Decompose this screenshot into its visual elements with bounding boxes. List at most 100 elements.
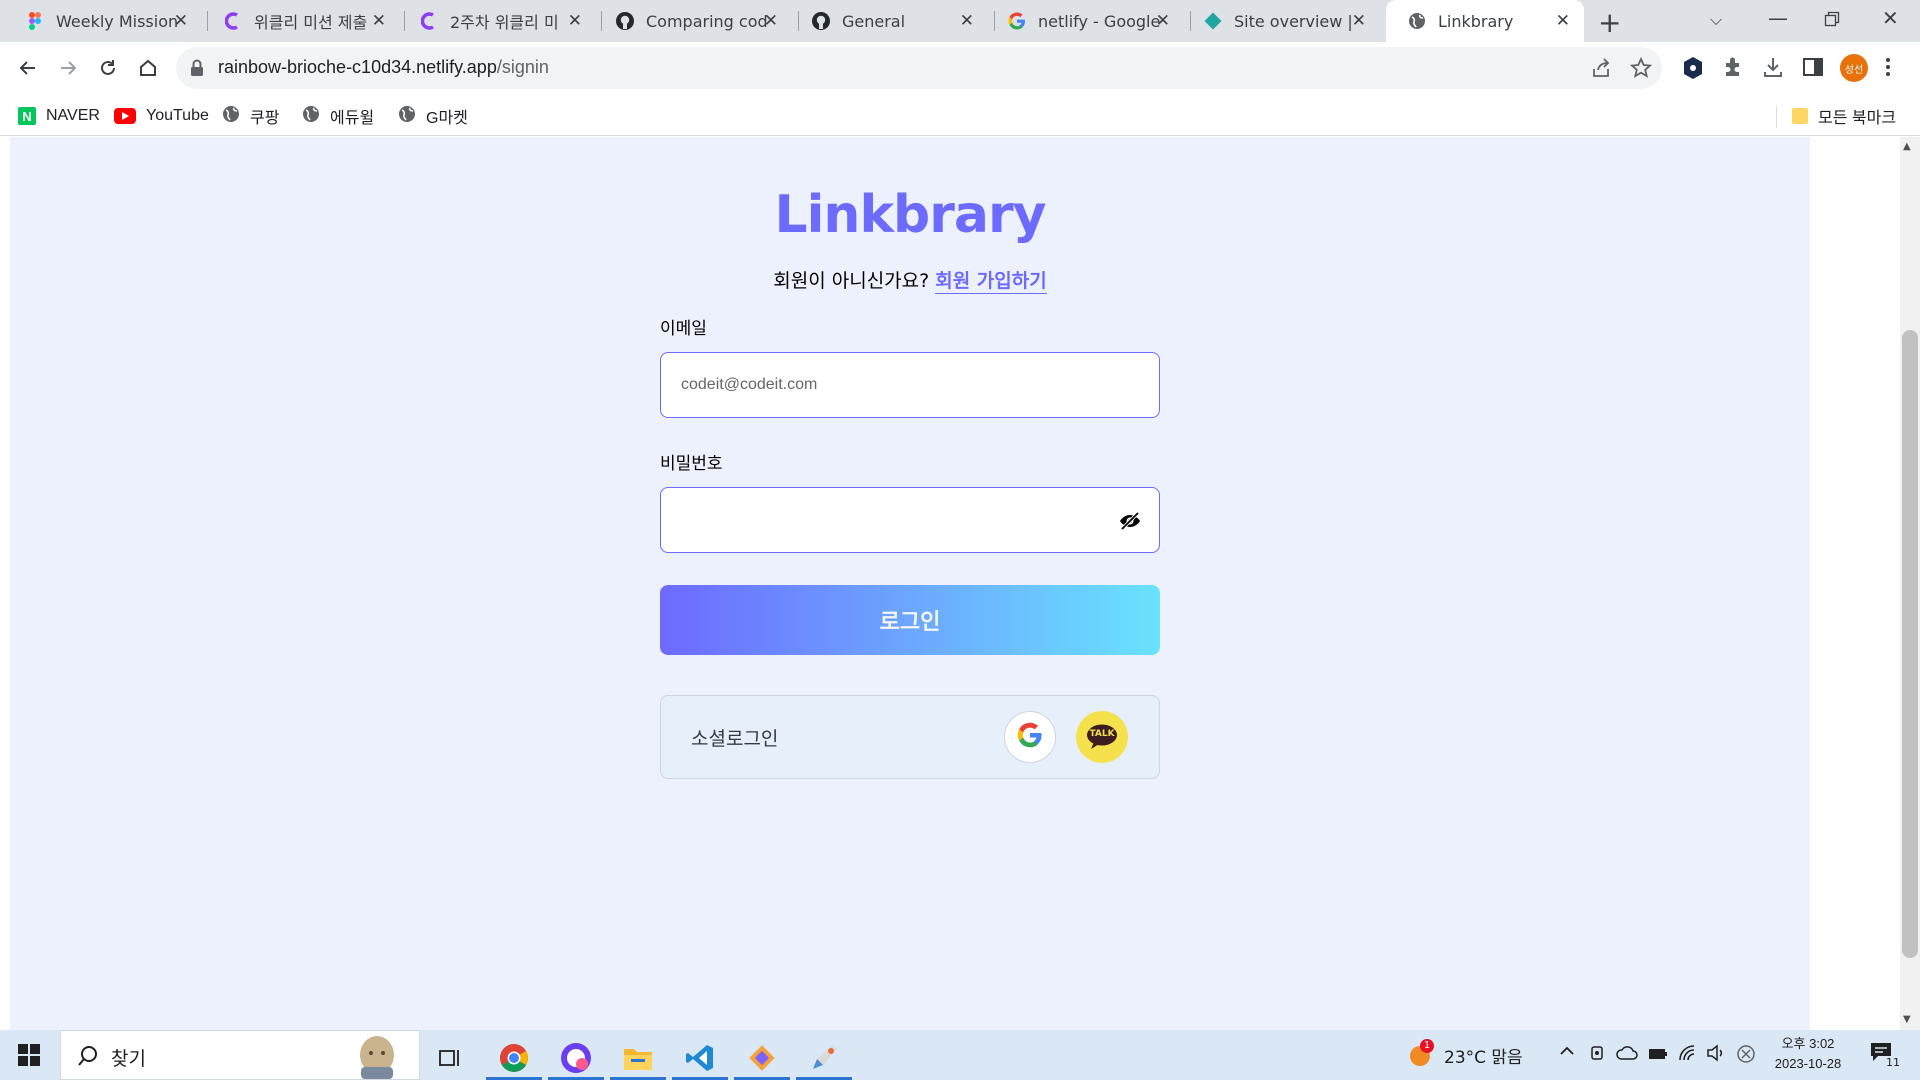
google-icon — [1017, 722, 1043, 752]
bookmark-youtube[interactable]: YouTube — [114, 104, 209, 128]
scroll-up-arrow[interactable]: ▲ — [1903, 141, 1911, 152]
taskbar-clock[interactable]: 오후 3:02 2023-10-28 — [1770, 1034, 1846, 1074]
weather-widget[interactable]: 1 23°C 맑음 — [1408, 1030, 1523, 1080]
password-input[interactable] — [661, 488, 1159, 552]
all-bookmarks-button[interactable]: 모든 북마크 — [1792, 104, 1896, 128]
bookmark-label: G마켓 — [426, 110, 468, 127]
close-icon[interactable]: ✕ — [372, 11, 386, 31]
close-icon[interactable]: ✕ — [568, 11, 582, 31]
github-icon — [616, 12, 634, 30]
close-icon[interactable]: ✕ — [960, 11, 974, 31]
url-path: /signin — [496, 57, 549, 77]
kakao-login-button[interactable]: TALK — [1076, 711, 1128, 763]
profile-avatar[interactable]: 성선 — [1840, 54, 1868, 82]
globe-icon — [398, 105, 416, 128]
tab-comparing-code[interactable]: Comparing code ✕ — [594, 0, 792, 42]
tab-general[interactable]: General ✕ — [790, 0, 988, 42]
close-icon[interactable]: ✕ — [1556, 11, 1570, 31]
tab-netlify-google[interactable]: netlify - Google ✕ — [986, 0, 1184, 42]
clock-time: 오후 3:02 — [1781, 1036, 1835, 1051]
chat-app-taskbar-icon[interactable] — [548, 1036, 604, 1080]
tab-week2[interactable]: 2주차 위클리 미 ✕ — [398, 0, 596, 42]
battery-icon[interactable] — [1648, 1046, 1668, 1065]
windows-start-icon[interactable] — [18, 1044, 40, 1070]
sun-icon: 1 — [1408, 1039, 1434, 1067]
tab-title: 2주차 위클리 미 — [450, 13, 559, 32]
clock-date: 2023-10-28 — [1774, 1056, 1842, 1071]
bookmark-coupang[interactable]: 쿠팡 — [222, 104, 279, 128]
linkbrary-logo[interactable]: Linkbrary — [10, 185, 1810, 245]
url-domain: rainbow-brioche-c10d34.netlify.app — [218, 57, 497, 77]
tab-weekly-mission[interactable]: Weekly Mission ✕ — [4, 0, 202, 42]
lock-icon[interactable] — [190, 59, 204, 81]
signup-link[interactable]: 회원 가입하기 — [935, 270, 1047, 294]
volume-icon[interactable] — [1706, 1044, 1726, 1066]
email-input[interactable] — [661, 353, 1159, 417]
naver-icon: N — [18, 107, 36, 125]
minimize-button[interactable]: — — [1768, 6, 1788, 30]
password-label: 비밀번호 — [660, 454, 723, 474]
bookmark-label: YouTube — [146, 107, 209, 124]
cloud-icon[interactable] — [1616, 1045, 1638, 1065]
git-tool-icon[interactable] — [734, 1036, 790, 1080]
search-highlight-icon — [349, 1033, 405, 1079]
tab-title: netlify - Google — [1038, 11, 1160, 31]
url-text: rainbow-brioche-c10d34.netlify.app/signi… — [218, 57, 549, 78]
chrome-taskbar-icon[interactable] — [486, 1036, 542, 1080]
bookmarks-bar: N NAVER YouTube 쿠팡 에듀윌 G마켓 모든 북마크 — [0, 96, 1920, 136]
bookmark-eduwill[interactable]: 에듀윌 — [302, 104, 374, 128]
close-window-button[interactable]: ✕ — [1882, 6, 1899, 30]
restore-button[interactable] — [1824, 8, 1840, 32]
close-icon[interactable]: ✕ — [174, 11, 188, 31]
globe-icon — [222, 105, 240, 128]
tab-linkbrary[interactable]: Linkbrary ✕ — [1386, 0, 1584, 42]
tab-strip: Weekly Mission ✕ 위클리 미션 제출 ✕ 2주차 위클리 미 ✕… — [0, 0, 1920, 42]
signin-form: 이메일 비밀번호 로그인 소셜로그인 — [660, 311, 1160, 931]
search-icon — [77, 1045, 99, 1071]
reload-button[interactable] — [94, 54, 122, 82]
share-icon[interactable] — [1590, 57, 1612, 83]
paint-app-icon[interactable] — [796, 1036, 852, 1080]
windows-taskbar: 찾기 1 23°C 맑음 오후 3:02 2023-10-28 11 — [0, 1030, 1920, 1080]
google-login-button[interactable] — [1004, 711, 1056, 763]
forward-button[interactable] — [54, 54, 82, 82]
extensions-puzzle-icon[interactable] — [1722, 56, 1744, 82]
download-icon[interactable] — [1762, 56, 1784, 82]
scrollbar-thumb[interactable] — [1902, 330, 1918, 958]
meet-icon[interactable] — [1590, 1044, 1606, 1066]
tab-title: General — [842, 11, 906, 31]
new-tab-button[interactable]: + — [1598, 6, 1621, 39]
side-panel-icon[interactable] — [1802, 56, 1824, 82]
close-icon[interactable]: ✕ — [764, 11, 778, 31]
folder-icon — [1792, 108, 1808, 124]
bookmark-naver[interactable]: N NAVER — [18, 104, 100, 128]
codeit-icon — [420, 12, 438, 30]
password-field-box — [660, 487, 1160, 553]
tab-weekly-submit[interactable]: 위클리 미션 제출 ✕ — [202, 0, 400, 42]
task-view-icon[interactable] — [422, 1036, 478, 1080]
netlify-icon — [1204, 12, 1222, 30]
taskbar-search[interactable]: 찾기 — [60, 1030, 420, 1080]
blocked-circle-icon[interactable] — [1736, 1044, 1756, 1068]
close-icon[interactable]: ✕ — [1156, 11, 1170, 31]
scroll-down-arrow[interactable]: ▼ — [1903, 1014, 1911, 1025]
tab-search-icon[interactable]: ⌵ — [1710, 10, 1722, 30]
chevron-up-icon[interactable] — [1558, 1042, 1576, 1064]
wifi-icon[interactable] — [1678, 1044, 1698, 1066]
home-button[interactable] — [134, 54, 162, 82]
back-button[interactable] — [14, 54, 42, 82]
login-button[interactable]: 로그인 — [660, 585, 1160, 655]
bookmark-gmarket[interactable]: G마켓 — [398, 104, 468, 128]
menu-kebab-icon[interactable] — [1884, 56, 1892, 82]
search-placeholder: 찾기 — [111, 1048, 146, 1070]
file-explorer-icon[interactable] — [610, 1036, 666, 1080]
eye-off-icon[interactable] — [1119, 511, 1141, 531]
vscode-icon[interactable] — [672, 1036, 728, 1080]
bookmark-star-icon[interactable] — [1629, 56, 1653, 83]
close-icon[interactable]: ✕ — [1352, 11, 1366, 31]
signin-page: Linkbrary 회원이 아니신가요?회원 가입하기 이메일 비밀번호 로그인… — [10, 137, 1810, 1030]
extension-hex-icon[interactable] — [1682, 56, 1704, 84]
tab-site-overview[interactable]: Site overview | r ✕ — [1182, 0, 1380, 42]
notification-count: 11 — [1884, 1056, 1902, 1069]
address-bar[interactable]: rainbow-brioche-c10d34.netlify.app/signi… — [176, 47, 1662, 89]
